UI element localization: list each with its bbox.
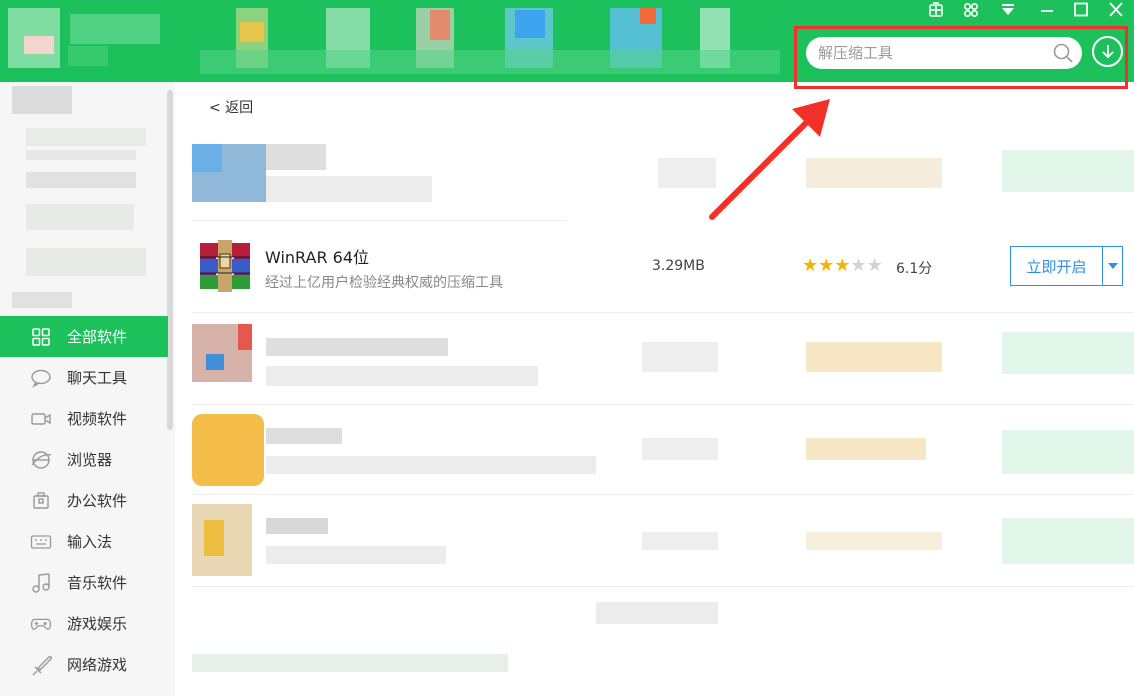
music-note-icon (30, 572, 52, 594)
gamepad-icon (30, 613, 52, 635)
star-icon: ★ (802, 255, 819, 276)
blurred-load-more[interactable] (596, 602, 718, 624)
open-now-button[interactable]: 立即开启 (1011, 247, 1102, 285)
row-divider (192, 586, 1134, 587)
category-label: 全部软件 (67, 328, 128, 346)
category-label: 音乐软件 (67, 574, 128, 592)
blurred-action-button[interactable] (1002, 430, 1134, 474)
blurred-nav-tab-4-block (515, 10, 545, 38)
blurred-nav-tab-1-block (240, 22, 264, 42)
star-icon: ★ (850, 255, 867, 276)
blurred-rating (806, 438, 926, 460)
category-label: 浏览器 (67, 451, 113, 469)
browser-icon (30, 449, 52, 471)
star-icon: ★ (866, 255, 883, 276)
highlight-box (794, 26, 1128, 89)
category-office-software[interactable]: 办公软件 (0, 480, 168, 521)
blurred-sidebar-line (26, 128, 146, 146)
blurred-app-title (266, 428, 342, 444)
app-rating-score: 6.1分 (896, 261, 933, 277)
star-rating: ★ ★ ★ ★ ★ (802, 255, 883, 276)
category-chat-tools[interactable]: 聊天工具 (0, 357, 168, 398)
blurred-app-icon-block (204, 520, 224, 556)
chat-bubble-icon (30, 367, 52, 389)
row-divider (192, 220, 566, 221)
close-icon[interactable] (1101, 0, 1131, 20)
minimize-icon[interactable] (1032, 0, 1062, 20)
keyboard-icon (30, 531, 52, 553)
blurred-action-button[interactable] (1002, 150, 1134, 192)
category-games-entertainment[interactable]: 游戏娱乐 (0, 603, 168, 644)
skin-icon[interactable] (921, 0, 951, 20)
blurred-user-block (12, 86, 72, 114)
blurred-sidebar-line (26, 150, 136, 160)
app-name[interactable]: WinRAR 64位 (265, 244, 369, 268)
blurred-nav-tab-5-block (640, 8, 656, 24)
blurred-app-desc (266, 366, 538, 386)
category-label: 聊天工具 (67, 369, 128, 387)
blurred-app-desc (266, 546, 446, 564)
blurred-sidebar-line (26, 248, 146, 276)
blurred-app-desc (266, 456, 596, 474)
blurred-app-title (266, 338, 448, 356)
blurred-footer-text (192, 654, 508, 672)
settings-icon[interactable] (956, 0, 986, 20)
star-icon: ★ (818, 255, 835, 276)
blurred-size (642, 342, 718, 372)
blurred-title (70, 14, 160, 44)
blurred-app-icon (192, 414, 264, 486)
blurred-rating (806, 532, 942, 550)
category-label: 输入法 (67, 533, 113, 551)
blurred-app-icon-block (238, 324, 252, 350)
category-sidebar: 全部软件 聊天工具 视频软件 浏览器 办公软件 输入法 音乐软件 游戏娱乐 网络… (0, 82, 175, 696)
category-browser[interactable]: 浏览器 (0, 439, 168, 480)
category-online-games[interactable]: 网络游戏 (0, 644, 168, 685)
blurred-app-title (266, 518, 328, 534)
category-label: 视频软件 (67, 410, 128, 428)
row-divider (192, 312, 1134, 313)
grid-icon (30, 326, 52, 348)
blurred-action-button[interactable] (1002, 332, 1134, 374)
blurred-header-band (200, 50, 780, 74)
blurred-app-icon-block (192, 144, 222, 172)
blurred-sidebar-line (26, 204, 134, 230)
category-input-method[interactable]: 输入法 (0, 521, 168, 562)
category-label: 游戏娱乐 (67, 615, 128, 633)
chevron-down-icon[interactable] (1103, 247, 1122, 285)
open-now-split-button[interactable]: 立即开启 (1010, 246, 1123, 286)
back-link[interactable]: < 返回 (209, 97, 253, 117)
app-row-winrar[interactable]: WinRAR 64位 经过上亿用户检验经典权威的压缩工具 3.29MB ★ ★ … (192, 222, 1134, 312)
menu-icon[interactable] (993, 0, 1023, 20)
star-icon: ★ (834, 255, 851, 276)
row-divider (192, 404, 1134, 405)
blurred-size (642, 438, 718, 460)
blurred-action-button[interactable] (1002, 518, 1134, 564)
category-label: 网络游戏 (67, 656, 128, 674)
category-label: 办公软件 (67, 492, 128, 510)
category-video-software[interactable]: 视频软件 (0, 398, 168, 439)
blurred-app-desc (266, 176, 432, 202)
red-arrow-annotation (709, 99, 830, 220)
blurred-logo-block (24, 36, 54, 54)
category-all-software[interactable]: 全部软件 (0, 316, 168, 357)
winrar-app-icon (200, 240, 250, 292)
blurred-size (642, 532, 718, 550)
blurred-nav-tab-3-block (430, 10, 450, 40)
maximize-icon[interactable] (1066, 0, 1096, 20)
blurred-sidebar-line (26, 172, 136, 188)
blurred-rating (806, 342, 942, 372)
category-music-software[interactable]: 音乐软件 (0, 562, 168, 603)
row-divider (192, 494, 1134, 495)
sword-icon (30, 654, 52, 676)
app-size: 3.29MB (652, 258, 705, 274)
briefcase-icon (30, 490, 52, 512)
blurred-sidebar-line (12, 292, 72, 308)
video-camera-icon (30, 408, 52, 430)
app-description: 经过上亿用户检验经典权威的压缩工具 (265, 275, 503, 291)
blurred-app-icon-block (206, 354, 224, 370)
blurred-app-title (266, 144, 326, 170)
blurred-title (68, 46, 108, 66)
